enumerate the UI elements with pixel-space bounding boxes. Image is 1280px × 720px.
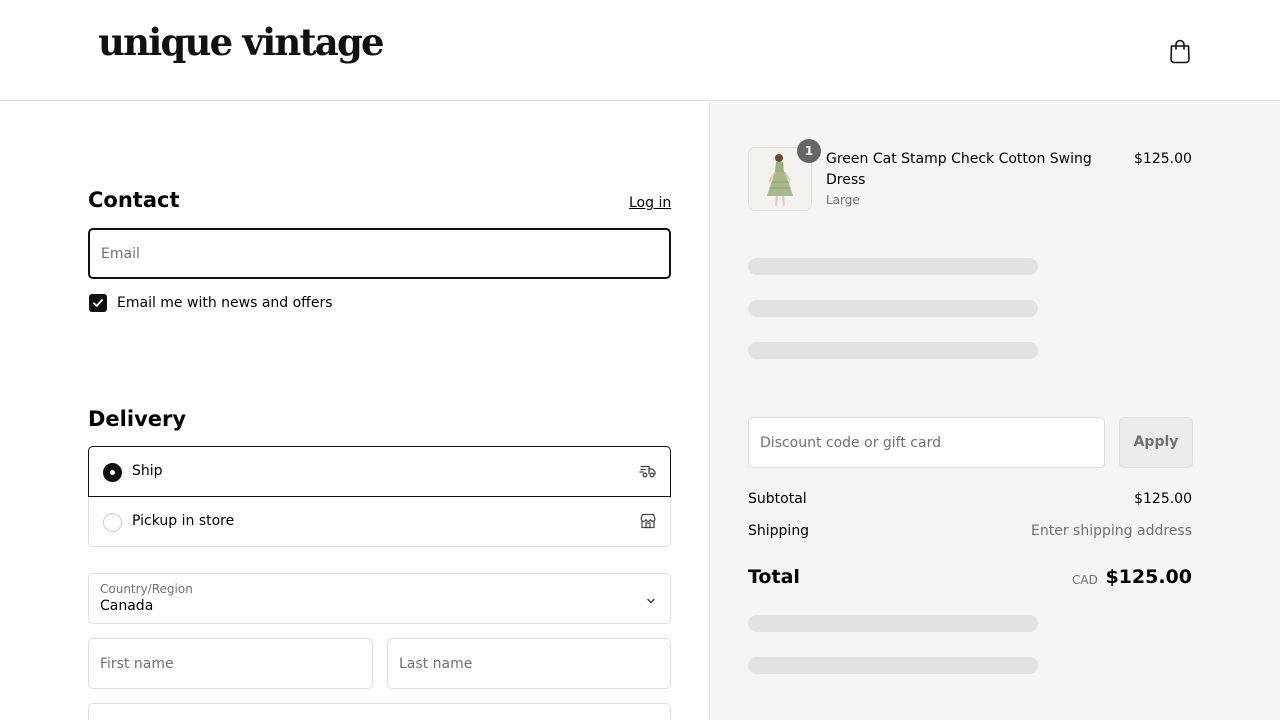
store-icon: [639, 512, 657, 530]
delivery-option-ship[interactable]: Ship: [88, 446, 671, 497]
discount-field[interactable]: [748, 417, 1105, 468]
pickup-label: Pickup in store: [132, 513, 235, 529]
ship-radio[interactable]: [103, 463, 122, 482]
email-input[interactable]: [90, 230, 669, 277]
first-name-input[interactable]: [89, 639, 372, 688]
delivery-option-pickup[interactable]: Pickup in store: [89, 497, 672, 547]
last-name-input[interactable]: [388, 639, 670, 688]
total-value: $125.00: [1105, 566, 1192, 588]
site-header: unique vintage: [0, 0, 1280, 101]
checkmark-icon: [93, 299, 103, 307]
order-summary: 1 Green Cat Stamp Check Cotton Swing Dre…: [709, 102, 1280, 720]
loading-skeleton: [748, 342, 1038, 359]
loading-skeleton: [748, 258, 1038, 275]
subtotal-value: $125.00: [1134, 491, 1192, 507]
truck-icon: [639, 462, 657, 480]
quantity-badge: 1: [797, 139, 821, 163]
ship-label: Ship: [132, 463, 163, 479]
email-field[interactable]: [88, 228, 671, 279]
product-name: Green Cat Stamp Check Cotton Swing Dress: [826, 151, 1092, 188]
loading-skeleton: [748, 615, 1038, 632]
newsletter-checkbox[interactable]: [89, 294, 107, 312]
product-price: $125.00: [1134, 151, 1192, 167]
country-select[interactable]: Country/Region Canada: [88, 573, 671, 624]
discount-input[interactable]: [749, 418, 1104, 467]
last-name-field[interactable]: [387, 638, 671, 689]
total-label: Total: [748, 566, 800, 588]
country-value: Canada: [100, 598, 154, 614]
delivery-method-group: Ship Pickup in store: [88, 446, 671, 547]
apply-button[interactable]: Apply: [1119, 417, 1193, 468]
login-link[interactable]: Log in: [629, 195, 671, 211]
delivery-heading: Delivery: [88, 407, 187, 431]
pickup-radio[interactable]: [103, 513, 122, 532]
loading-skeleton: [748, 300, 1038, 317]
product-variant: Large: [826, 193, 860, 207]
shipping-value: Enter shipping address: [1031, 523, 1192, 539]
shipping-label: Shipping: [748, 523, 810, 539]
contact-heading: Contact: [88, 188, 180, 212]
shopping-bag-icon[interactable]: [1168, 38, 1192, 64]
newsletter-label: Email me with news and offers: [117, 295, 333, 311]
currency-code: CAD: [1072, 573, 1098, 587]
first-name-field[interactable]: [88, 638, 373, 689]
brand-logo[interactable]: unique vintage: [98, 24, 385, 61]
loading-skeleton: [748, 657, 1038, 674]
checkout-form: Contact Log in Email me with news and of…: [0, 102, 709, 720]
address-field[interactable]: [88, 703, 671, 720]
country-label: Country/Region: [100, 582, 193, 596]
subtotal-label: Subtotal: [748, 491, 807, 507]
chevron-down-icon: [645, 592, 657, 611]
